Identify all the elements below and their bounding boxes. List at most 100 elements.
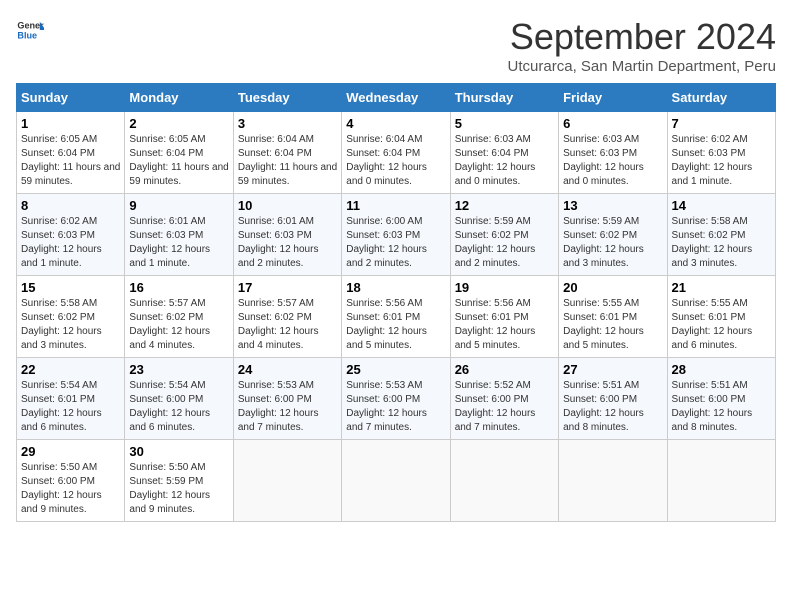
day-sunset: Sunset: 6:02 PM [129, 312, 203, 323]
day-daylight: Daylight: 12 hours and 3 minutes. [672, 244, 753, 269]
calendar-cell: 28 Sunrise: 5:51 AM Sunset: 6:00 PM Dayl… [667, 358, 775, 440]
calendar-week-3: 15 Sunrise: 5:58 AM Sunset: 6:02 PM Dayl… [17, 276, 776, 358]
day-sunrise: Sunrise: 6:01 AM [129, 216, 205, 227]
svg-text:Blue: Blue [17, 30, 37, 40]
day-number: 17 [238, 280, 337, 295]
day-sunset: Sunset: 6:00 PM [455, 394, 529, 405]
day-number: 18 [346, 280, 445, 295]
day-number: 26 [455, 362, 554, 377]
day-number: 10 [238, 198, 337, 213]
day-sunrise: Sunrise: 5:55 AM [563, 298, 639, 309]
day-number: 25 [346, 362, 445, 377]
day-sunrise: Sunrise: 5:51 AM [563, 380, 639, 391]
location-subtitle: Utcurarca, San Martin Department, Peru [508, 58, 776, 75]
calendar-cell: 6 Sunrise: 6:03 AM Sunset: 6:03 PM Dayli… [559, 112, 667, 194]
day-number: 15 [21, 280, 120, 295]
weekday-header-monday: Monday [125, 84, 233, 112]
day-daylight: Daylight: 11 hours and 59 minutes. [129, 162, 228, 187]
calendar-cell: 9 Sunrise: 6:01 AM Sunset: 6:03 PM Dayli… [125, 194, 233, 276]
calendar-cell: 5 Sunrise: 6:03 AM Sunset: 6:04 PM Dayli… [450, 112, 558, 194]
day-sunset: Sunset: 6:03 PM [238, 230, 312, 241]
day-sunset: Sunset: 6:03 PM [563, 148, 637, 159]
day-sunrise: Sunrise: 5:50 AM [21, 462, 97, 473]
calendar-week-2: 8 Sunrise: 6:02 AM Sunset: 6:03 PM Dayli… [17, 194, 776, 276]
weekday-header-friday: Friday [559, 84, 667, 112]
day-daylight: Daylight: 12 hours and 7 minutes. [455, 408, 536, 433]
day-sunrise: Sunrise: 5:54 AM [129, 380, 205, 391]
day-daylight: Daylight: 12 hours and 3 minutes. [21, 326, 102, 351]
calendar-cell [233, 440, 341, 522]
calendar-cell: 14 Sunrise: 5:58 AM Sunset: 6:02 PM Dayl… [667, 194, 775, 276]
day-daylight: Daylight: 12 hours and 5 minutes. [455, 326, 536, 351]
day-number: 14 [672, 198, 771, 213]
day-sunset: Sunset: 6:00 PM [672, 394, 746, 405]
day-sunset: Sunset: 6:01 PM [672, 312, 746, 323]
day-number: 23 [129, 362, 228, 377]
day-daylight: Daylight: 12 hours and 0 minutes. [455, 162, 536, 187]
day-daylight: Daylight: 12 hours and 0 minutes. [563, 162, 644, 187]
day-sunset: Sunset: 6:03 PM [346, 230, 420, 241]
weekday-header-sunday: Sunday [17, 84, 125, 112]
day-sunrise: Sunrise: 6:00 AM [346, 216, 422, 227]
calendar-cell: 29 Sunrise: 5:50 AM Sunset: 6:00 PM Dayl… [17, 440, 125, 522]
calendar-cell: 1 Sunrise: 6:05 AM Sunset: 6:04 PM Dayli… [17, 112, 125, 194]
day-daylight: Daylight: 12 hours and 7 minutes. [238, 408, 319, 433]
day-daylight: Daylight: 12 hours and 6 minutes. [21, 408, 102, 433]
day-daylight: Daylight: 12 hours and 6 minutes. [129, 408, 210, 433]
calendar-cell: 12 Sunrise: 5:59 AM Sunset: 6:02 PM Dayl… [450, 194, 558, 276]
day-number: 20 [563, 280, 662, 295]
day-sunrise: Sunrise: 5:53 AM [238, 380, 314, 391]
day-number: 30 [129, 444, 228, 459]
day-sunrise: Sunrise: 5:52 AM [455, 380, 531, 391]
day-sunset: Sunset: 6:04 PM [346, 148, 420, 159]
weekday-header-wednesday: Wednesday [342, 84, 450, 112]
calendar-cell: 26 Sunrise: 5:52 AM Sunset: 6:00 PM Dayl… [450, 358, 558, 440]
day-daylight: Daylight: 11 hours and 59 minutes. [21, 162, 120, 187]
calendar-cell [559, 440, 667, 522]
calendar-cell: 19 Sunrise: 5:56 AM Sunset: 6:01 PM Dayl… [450, 276, 558, 358]
calendar-cell: 10 Sunrise: 6:01 AM Sunset: 6:03 PM Dayl… [233, 194, 341, 276]
calendar-cell: 15 Sunrise: 5:58 AM Sunset: 6:02 PM Dayl… [17, 276, 125, 358]
day-number: 11 [346, 198, 445, 213]
day-number: 9 [129, 198, 228, 213]
calendar-cell: 18 Sunrise: 5:56 AM Sunset: 6:01 PM Dayl… [342, 276, 450, 358]
day-sunset: Sunset: 6:03 PM [672, 148, 746, 159]
day-sunrise: Sunrise: 5:50 AM [129, 462, 205, 473]
calendar-cell: 3 Sunrise: 6:04 AM Sunset: 6:04 PM Dayli… [233, 112, 341, 194]
day-number: 3 [238, 116, 337, 131]
day-number: 19 [455, 280, 554, 295]
day-daylight: Daylight: 12 hours and 0 minutes. [346, 162, 427, 187]
day-daylight: Daylight: 12 hours and 5 minutes. [346, 326, 427, 351]
month-title: September 2024 [508, 16, 776, 58]
day-daylight: Daylight: 12 hours and 8 minutes. [672, 408, 753, 433]
day-sunrise: Sunrise: 6:03 AM [563, 134, 639, 145]
day-number: 29 [21, 444, 120, 459]
calendar-cell: 13 Sunrise: 5:59 AM Sunset: 6:02 PM Dayl… [559, 194, 667, 276]
day-sunset: Sunset: 6:03 PM [129, 230, 203, 241]
day-sunset: Sunset: 5:59 PM [129, 476, 203, 487]
day-daylight: Daylight: 12 hours and 9 minutes. [129, 490, 210, 515]
day-sunset: Sunset: 6:00 PM [129, 394, 203, 405]
calendar-week-4: 22 Sunrise: 5:54 AM Sunset: 6:01 PM Dayl… [17, 358, 776, 440]
day-sunrise: Sunrise: 6:02 AM [672, 134, 748, 145]
day-daylight: Daylight: 12 hours and 8 minutes. [563, 408, 644, 433]
calendar-cell: 16 Sunrise: 5:57 AM Sunset: 6:02 PM Dayl… [125, 276, 233, 358]
day-daylight: Daylight: 12 hours and 4 minutes. [238, 326, 319, 351]
day-number: 21 [672, 280, 771, 295]
calendar-cell: 24 Sunrise: 5:53 AM Sunset: 6:00 PM Dayl… [233, 358, 341, 440]
day-daylight: Daylight: 12 hours and 2 minutes. [346, 244, 427, 269]
day-sunrise: Sunrise: 6:01 AM [238, 216, 314, 227]
day-sunset: Sunset: 6:01 PM [346, 312, 420, 323]
day-number: 22 [21, 362, 120, 377]
day-sunrise: Sunrise: 5:53 AM [346, 380, 422, 391]
calendar-cell [450, 440, 558, 522]
day-number: 13 [563, 198, 662, 213]
day-daylight: Daylight: 12 hours and 1 minute. [129, 244, 210, 269]
calendar-week-5: 29 Sunrise: 5:50 AM Sunset: 6:00 PM Dayl… [17, 440, 776, 522]
weekday-header-thursday: Thursday [450, 84, 558, 112]
day-number: 8 [21, 198, 120, 213]
day-sunset: Sunset: 6:02 PM [455, 230, 529, 241]
day-sunrise: Sunrise: 5:57 AM [129, 298, 205, 309]
calendar-cell: 8 Sunrise: 6:02 AM Sunset: 6:03 PM Dayli… [17, 194, 125, 276]
day-daylight: Daylight: 12 hours and 4 minutes. [129, 326, 210, 351]
